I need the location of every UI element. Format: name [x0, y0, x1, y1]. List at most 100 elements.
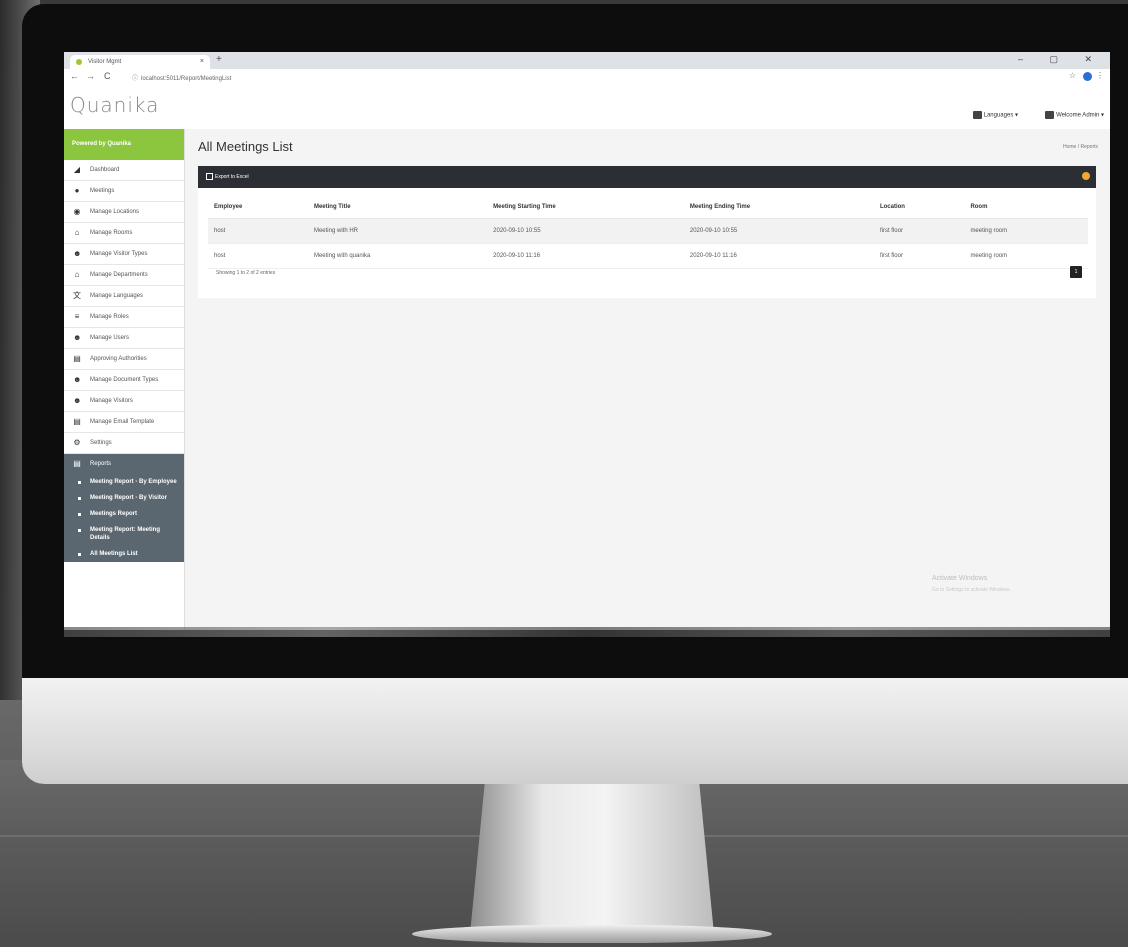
- column-header[interactable]: Meeting Starting Time: [487, 196, 684, 219]
- entries-info: Showing 1 to 2 of 2 entries: [216, 270, 276, 276]
- back-icon[interactable]: ←: [70, 71, 79, 81]
- url-field[interactable]: ⓘ localhost:5011/Report/MeetingList: [132, 73, 231, 82]
- browser-tabbar: Visitor Mgmt × + – ▢ ✕: [64, 52, 1110, 69]
- home-icon: ⌂: [74, 228, 80, 237]
- close-tab-icon[interactable]: ×: [200, 55, 204, 69]
- building-icon: ⌂: [74, 270, 80, 279]
- user-icon: [1045, 111, 1055, 119]
- app-header: Quanika Languages ▾ Welcome Admin ▾: [64, 85, 1110, 129]
- panel-header: Export to Excel: [198, 166, 1096, 188]
- list-icon: ≡: [74, 312, 80, 321]
- sidebar-item-label: Approving Authorities: [90, 356, 147, 362]
- main-content: All Meetings List Home / Reports Export …: [184, 129, 1110, 630]
- report-subitem[interactable]: Meetings Report: [64, 506, 184, 522]
- sidebar-item-manage-roles[interactable]: ≡ Manage Roles: [64, 307, 184, 328]
- sidebar-item-approving-authorities[interactable]: ▤ Approving Authorities: [64, 349, 184, 370]
- monitor-stand: [470, 784, 714, 934]
- table-body: host Meeting with HR 2020-09-10 10:55 2020-…: [208, 218, 1088, 269]
- sidebar-item-label: Manage Roles: [90, 314, 129, 320]
- window-controls[interactable]: – ▢ ✕: [1018, 54, 1104, 65]
- sidebar: Powered by Quanika ◢ Dashboard ● Meetings ◉ M…: [64, 129, 185, 630]
- screen: Visitor Mgmt × + – ▢ ✕ ← → C ⓘ localhost:…: [64, 52, 1110, 630]
- tab-title: Visitor Mgmt: [88, 59, 122, 65]
- info-icon: ⓘ: [132, 76, 139, 82]
- sidebar-item-manage-locations[interactable]: ◉ Manage Locations: [64, 202, 184, 223]
- pagination-page[interactable]: 1: [1070, 266, 1082, 278]
- sidebar-item-label: Manage Rooms: [90, 230, 133, 236]
- sidebar-item-label: Manage Document Types: [90, 377, 159, 383]
- new-tab-button[interactable]: +: [216, 54, 222, 65]
- envelope-icon: ▤: [73, 417, 81, 426]
- report-subitem[interactable]: All Meetings List: [64, 546, 184, 562]
- powered-by-banner: Powered by Quanika: [64, 129, 184, 160]
- favicon-icon: [76, 59, 82, 65]
- sidebar-item-manage-users[interactable]: ☻ Manage Users: [64, 328, 184, 349]
- table-header-row: Employee Meeting Title Meeting Starting Ti…: [208, 196, 1088, 219]
- sidebar-item-label: Dashboard: [90, 167, 120, 173]
- report-subitem-label: Meeting Report: Meeting Details: [90, 527, 160, 541]
- browser-tab[interactable]: Visitor Mgmt ×: [70, 55, 210, 69]
- sidebar-item-label: Manage Visitors: [90, 398, 133, 404]
- monitor-stand-base: [412, 925, 772, 943]
- reload-icon[interactable]: C: [104, 71, 111, 81]
- export-excel-button[interactable]: Export to Excel: [206, 173, 249, 180]
- table-row[interactable]: host Meeting with HR 2020-09-10 10:55 2020-…: [208, 218, 1088, 244]
- user-menu[interactable]: Welcome Admin ▾: [1045, 111, 1104, 119]
- bullet-icon: [78, 553, 81, 556]
- app-logo[interactable]: Quanika: [70, 93, 159, 117]
- sidebar-item-manage-visitor-types[interactable]: ☻ Manage Visitor Types: [64, 244, 184, 265]
- sidebar-item-label: Manage Languages: [90, 293, 144, 299]
- breadcrumb[interactable]: Home / Reports: [1063, 144, 1098, 150]
- sidebar-item-dashboard[interactable]: ◢ Dashboard: [64, 160, 184, 181]
- sidebar-item-reports[interactable]: ▤ Reports: [64, 454, 184, 474]
- table-cell: first floor: [873, 243, 965, 269]
- column-header[interactable]: Location: [873, 196, 965, 219]
- report-subitem-label: Meeting Report - By Visitor: [90, 495, 167, 501]
- report-subitem[interactable]: Meeting Report - By Visitor: [64, 490, 184, 506]
- report-subitem[interactable]: Meeting Report - By Employee: [64, 474, 184, 490]
- menu-kebab-icon[interactable]: ⋮: [1096, 71, 1104, 80]
- report-subitem-label: Meeting Report - By Employee: [90, 479, 177, 485]
- bookmark-star-icon[interactable]: ☆: [1069, 71, 1076, 80]
- forward-icon[interactable]: →: [86, 71, 95, 81]
- sidebar-item-manage-departments[interactable]: ⌂ Manage Departments: [64, 265, 184, 286]
- profile-avatar[interactable]: [1083, 72, 1092, 81]
- export-icon: [206, 173, 213, 180]
- chart-icon: ◢: [73, 165, 81, 174]
- sidebar-item-manage-rooms[interactable]: ⌂ Manage Rooms: [64, 223, 184, 244]
- sidebar-item-manage-document-types[interactable]: ☻ Manage Document Types: [64, 370, 184, 391]
- bullet-icon: [78, 529, 81, 532]
- report-subitem[interactable]: Meeting Report: Meeting Details: [64, 522, 184, 546]
- users-icon: ☻: [73, 375, 82, 384]
- user-label: Welcome Admin ▾: [1056, 112, 1104, 119]
- column-header[interactable]: Room: [964, 196, 1088, 219]
- language-icon: 文: [73, 291, 81, 300]
- table-cell: 2020-09-10 11:16: [487, 243, 684, 269]
- languages-label: Languages ▾: [983, 112, 1018, 119]
- table-cell: Meeting with HR: [307, 218, 488, 244]
- users-icon: ☻: [73, 249, 82, 258]
- address-bar: ← → C ⓘ localhost:5011/Report/MeetingList…: [64, 69, 1110, 86]
- column-header[interactable]: Employee: [208, 196, 308, 219]
- sidebar-item-meetings[interactable]: ● Meetings: [64, 181, 184, 202]
- meetings-table: Employee Meeting Title Meeting Starting Ti…: [208, 196, 1088, 269]
- handshake-icon: ●: [74, 186, 80, 195]
- url-text: localhost:5011/Report/MeetingList: [141, 76, 232, 82]
- sidebar-item-label: Settings: [90, 440, 112, 446]
- page-title: All Meetings List: [198, 139, 293, 154]
- table-cell: 2020-09-10 11:16: [683, 243, 874, 269]
- panel-collapse-icon[interactable]: [1082, 172, 1090, 180]
- column-header[interactable]: Meeting Title: [307, 196, 488, 219]
- languages-dropdown[interactable]: Languages ▾: [972, 111, 1018, 119]
- sidebar-item-manage-email-template[interactable]: ▤ Manage Email Template: [64, 412, 184, 433]
- column-header[interactable]: Meeting Ending Time: [683, 196, 874, 219]
- table-row[interactable]: host Meeting with quanika 2020-09-10 11:16…: [208, 243, 1088, 269]
- sidebar-item-manage-visitors[interactable]: ☻ Manage Visitors: [64, 391, 184, 412]
- sidebar-item-settings[interactable]: ⚙ Settings: [64, 433, 184, 454]
- id-card-icon: ▤: [73, 354, 81, 363]
- sidebar-item-label: Manage Email Template: [90, 419, 155, 425]
- export-label: Export to Excel: [215, 173, 249, 180]
- users-icon: ☻: [73, 333, 82, 342]
- report-subitem-label: All Meetings List: [90, 551, 138, 557]
- sidebar-item-manage-languages[interactable]: 文 Manage Languages: [64, 286, 184, 307]
